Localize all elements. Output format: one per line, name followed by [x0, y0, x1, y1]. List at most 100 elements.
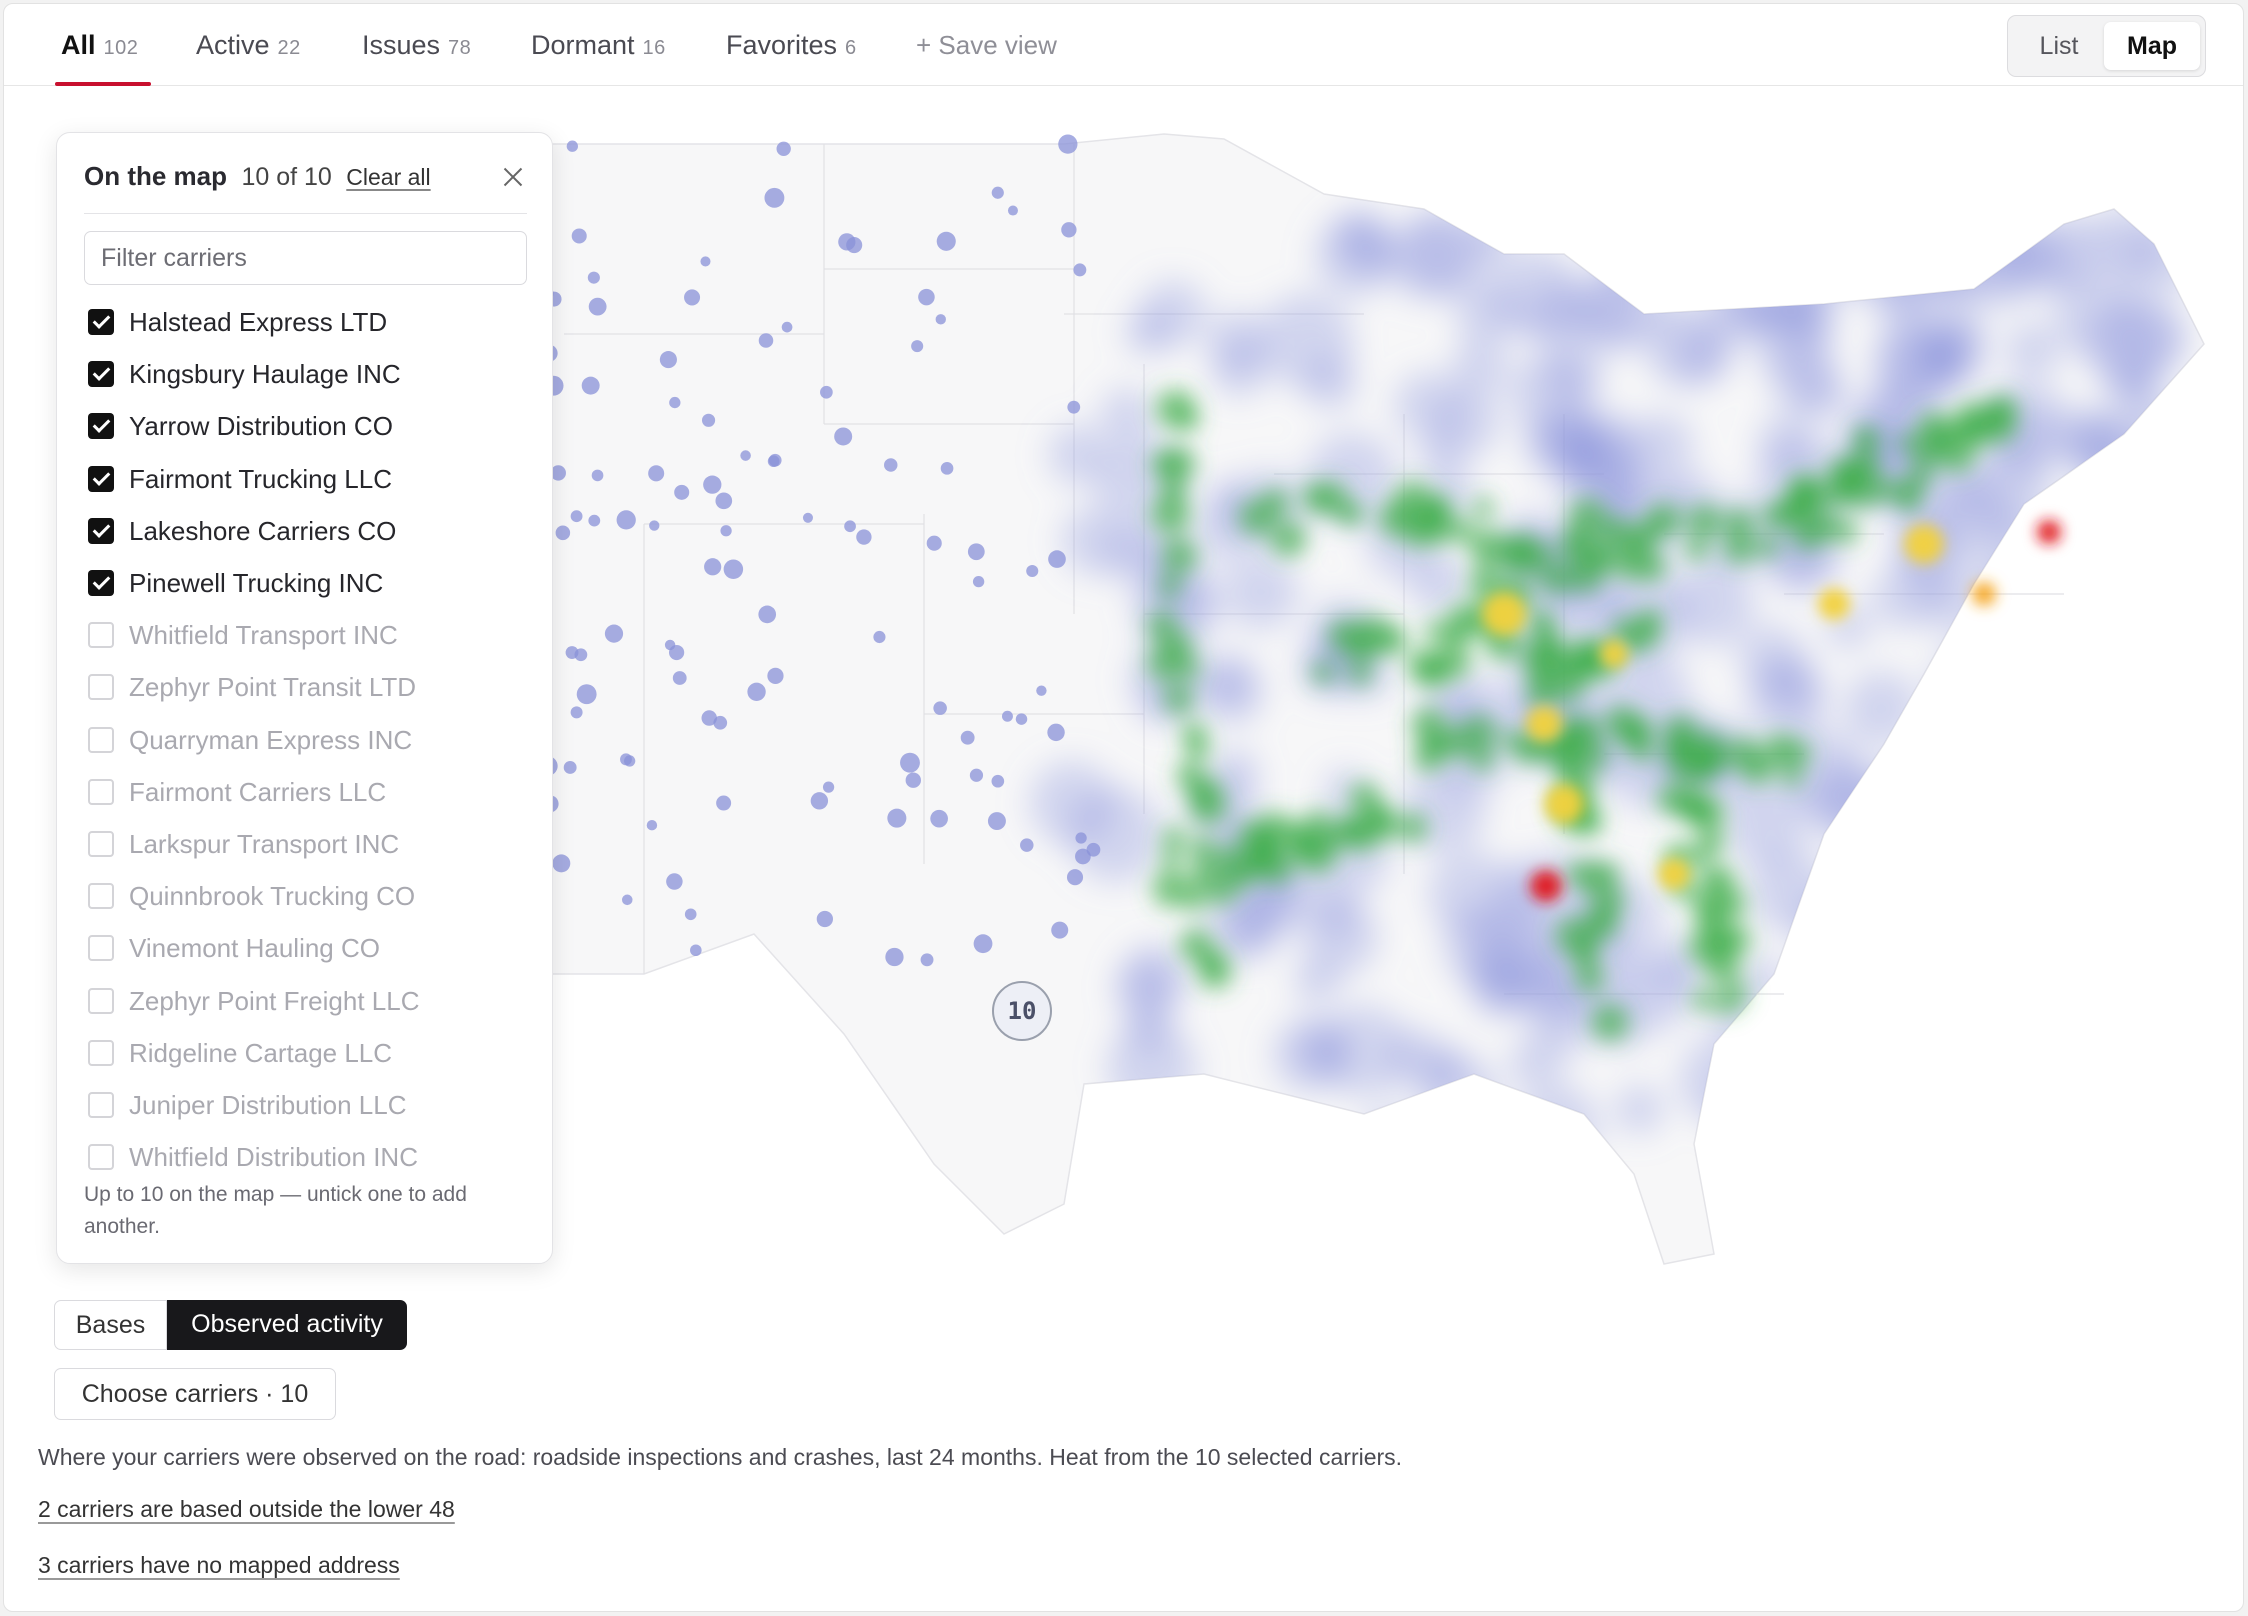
close-icon[interactable] [499, 163, 527, 191]
heat-blob [1245, 851, 1269, 875]
heat-blob [2049, 828, 2132, 911]
carrier-option[interactable]: Kingsbury Haulage INC [84, 355, 527, 395]
heat-point [659, 351, 677, 369]
cluster-marker[interactable]: 10 [992, 981, 1052, 1041]
choose-carriers-button[interactable]: Choose carriers · 10 [54, 1368, 336, 1420]
heat-blob [1628, 615, 1662, 649]
carrier-option[interactable]: Fairmont Carriers LLC [84, 773, 527, 813]
hotspot [1904, 524, 1944, 564]
carrier-option[interactable]: Quarryman Express INC [84, 721, 527, 761]
heat-blob [1469, 746, 1495, 772]
filter-carriers-input[interactable] [84, 231, 527, 285]
heat-blob [1738, 624, 1805, 691]
heat-blob [1590, 1003, 1629, 1042]
unchecked-checkbox-icon[interactable] [88, 987, 114, 1014]
heat-point [1020, 838, 1034, 852]
hotspot [1972, 582, 1996, 606]
tab-all[interactable]: All 102 [61, 30, 138, 86]
observed-activity-mode-button[interactable]: Observed activity [167, 1300, 407, 1350]
carrier-option[interactable]: Ridgeline Cartage LLC [84, 1034, 527, 1074]
carrier-option[interactable]: Larkspur Transport INC [84, 825, 527, 865]
map-view-button[interactable]: Map [2104, 22, 2200, 70]
heat-blob [2129, 398, 2196, 466]
tab-issues[interactable]: Issues 78 [362, 30, 471, 86]
heat-blob [1809, 979, 1888, 1058]
tab-favorites[interactable]: Favorites 6 [726, 30, 857, 86]
checked-checkbox-icon[interactable] [88, 413, 114, 440]
clear-all-link[interactable]: Clear all [346, 164, 430, 190]
heat-blob [1394, 371, 1464, 441]
heat-blob [1692, 988, 1715, 1011]
unchecked-checkbox-icon[interactable] [88, 1092, 114, 1118]
heat-point [758, 333, 774, 348]
heat-blob [2074, 558, 2152, 636]
unchecked-checkbox-icon[interactable] [88, 883, 114, 910]
carrier-option[interactable]: Fairmont Trucking LLC [84, 460, 527, 500]
heat-point [967, 543, 985, 561]
heat-blob [1685, 537, 1709, 562]
heat-point [820, 385, 833, 399]
heat-point [704, 558, 722, 576]
unchecked-checkbox-icon[interactable] [88, 1144, 114, 1171]
unchecked-checkbox-icon[interactable] [88, 831, 114, 857]
carrier-option[interactable]: Pinewell Trucking INC [84, 564, 527, 604]
us-map[interactable] [504, 114, 2224, 1284]
unchecked-checkbox-icon[interactable] [88, 674, 114, 701]
heat-blob [1788, 474, 1828, 514]
tab-active[interactable]: Active 22 [196, 30, 301, 86]
heat-blob [1848, 241, 1899, 292]
carrier-option[interactable]: Juniper Distribution LLC [84, 1086, 527, 1126]
checked-checkbox-icon[interactable] [88, 517, 114, 544]
carrier-option[interactable]: Zephyr Point Transit LTD [84, 668, 527, 708]
heat-blob [1376, 624, 1408, 656]
heat-point [700, 256, 711, 267]
heat-point [844, 520, 856, 533]
heat-blob [1197, 955, 1232, 990]
heat-blob [2100, 1017, 2182, 1099]
heat-point [552, 854, 571, 873]
carrier-option[interactable]: Whitfield Distribution INC [84, 1138, 527, 1178]
no-address-link[interactable]: 3 carriers have no mapped address [38, 1552, 400, 1579]
carrier-option[interactable]: Lakeshore Carriers CO [84, 512, 527, 552]
checked-checkbox-icon[interactable] [88, 309, 114, 335]
heat-point [646, 820, 658, 831]
heat-blob [2026, 920, 2096, 989]
carrier-option[interactable]: Yarrow Distribution CO [84, 407, 527, 447]
carrier-option[interactable]: Zephyr Point Freight LLC [84, 982, 527, 1022]
unchecked-checkbox-icon[interactable] [88, 935, 114, 962]
checked-checkbox-icon[interactable] [88, 570, 114, 596]
heat-point [576, 684, 597, 705]
list-view-button[interactable]: List [2014, 22, 2104, 70]
heat-blob [1272, 1017, 1347, 1092]
unchecked-checkbox-icon[interactable] [88, 1039, 114, 1066]
unchecked-checkbox-icon[interactable] [88, 622, 114, 649]
heat-blob [1843, 670, 1920, 747]
heat-point [588, 514, 601, 527]
map-description: Where your carriers were observed on the… [38, 1444, 1403, 1470]
outside-lower48-link[interactable]: 2 carriers are based outside the lower 4… [38, 1496, 455, 1523]
carrier-option[interactable]: Vinemont Hauling CO [84, 929, 527, 969]
heat-blob [1887, 871, 1939, 923]
bases-mode-button[interactable]: Bases [54, 1300, 167, 1350]
heat-point [747, 682, 766, 701]
carrier-option[interactable]: Quinnbrook Trucking CO [84, 877, 527, 917]
heat-blob [1870, 793, 1927, 850]
heat-blob [1190, 860, 1221, 891]
carrier-option[interactable]: Halstead Express LTD [84, 303, 527, 343]
heat-blob [1181, 721, 1208, 748]
tab-dormant[interactable]: Dormant 16 [531, 30, 666, 86]
unchecked-checkbox-icon[interactable] [88, 778, 114, 805]
hotspot [1530, 870, 1562, 902]
heat-blob [1596, 862, 1620, 885]
tab-label: Issues [362, 30, 441, 60]
heat-point [885, 947, 904, 967]
heat-blob [1715, 991, 1739, 1015]
heat-blob [1749, 294, 1831, 376]
checked-checkbox-icon[interactable] [88, 465, 114, 492]
activity-heatmap[interactable]: 10 [504, 114, 2224, 1284]
checked-checkbox-icon[interactable] [88, 361, 114, 388]
unchecked-checkbox-icon[interactable] [88, 726, 114, 753]
heat-blob [2121, 225, 2194, 298]
save-view-button[interactable]: + Save view [916, 30, 1057, 61]
carrier-option[interactable]: Whitfield Transport INC [84, 616, 527, 656]
